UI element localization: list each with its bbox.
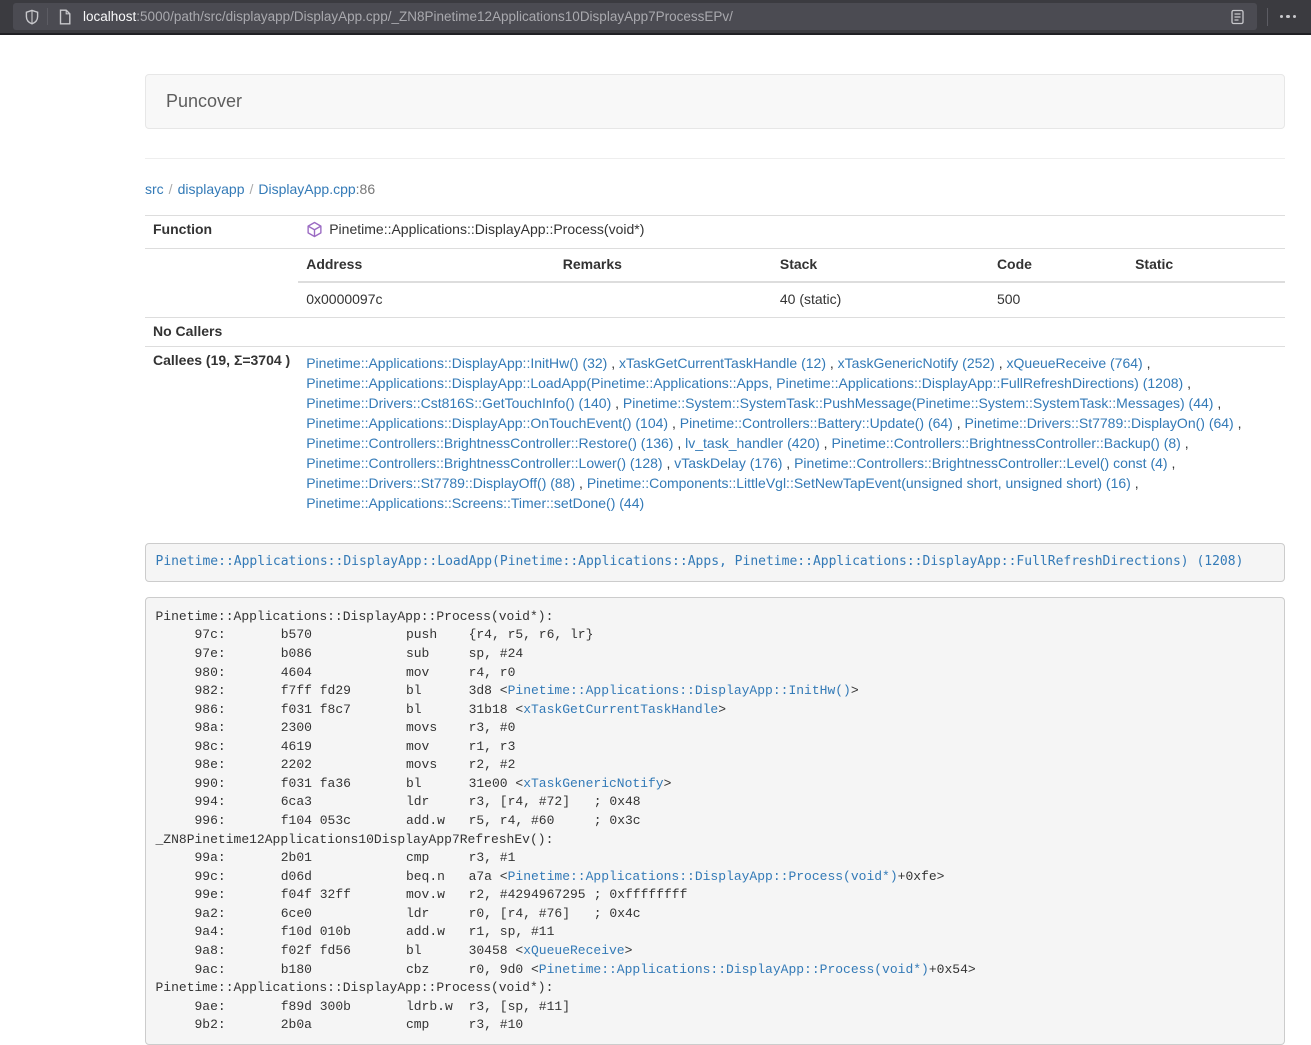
overflow-menu-icon[interactable] xyxy=(1278,15,1299,19)
function-name: Pinetime::Applications::DisplayApp::Proc… xyxy=(329,220,644,240)
browser-toolbar: localhost:5000/path/src/displayapp/Displ… xyxy=(0,0,1311,35)
url-path: :5000/path/src/displayapp/DisplayApp.cpp… xyxy=(136,9,733,24)
callee-link[interactable]: Pinetime::Drivers::St7789::DisplayOn() (… xyxy=(965,415,1234,431)
reader-mode-icon[interactable] xyxy=(1227,9,1249,25)
disassembly-code: Pinetime::Applications::DisplayApp::Proc… xyxy=(156,609,976,1032)
callee-link[interactable]: Pinetime::Controllers::BrightnessControl… xyxy=(794,455,1167,471)
breadcrumb-line-number: :86 xyxy=(356,181,375,197)
disassembly-block: Pinetime::Applications::DisplayApp::Proc… xyxy=(145,597,1285,1045)
column-header-stack: Stack xyxy=(772,249,989,282)
table-row: Address Remarks Stack Code Static 0x0000… xyxy=(145,248,1285,317)
app-navbar: Puncover xyxy=(145,74,1285,129)
page-icon[interactable] xyxy=(54,9,76,25)
callee-link[interactable]: Pinetime::Controllers::BrightnessControl… xyxy=(306,455,662,471)
table-row: No Callers xyxy=(145,317,1285,346)
symbol-type-icon xyxy=(306,221,323,244)
callee-link[interactable]: Pinetime::Drivers::St7789::DisplayOff() … xyxy=(306,475,575,491)
address-value: 0x0000097c xyxy=(298,282,555,317)
breadcrumb: src/displayapp/DisplayApp.cpp:86 xyxy=(145,159,1285,215)
address-bar[interactable]: localhost:5000/path/src/displayapp/Displ… xyxy=(13,3,1257,30)
function-stats-table: Address Remarks Stack Code Static 0x0000… xyxy=(298,249,1285,317)
callee-link[interactable]: Pinetime::Components::LittleVgl::SetNewT… xyxy=(587,475,1131,491)
table-row: 0x0000097c 40 (static) 500 xyxy=(298,282,1285,317)
callee-link[interactable]: Pinetime::Applications::Screens::Timer::… xyxy=(306,495,644,511)
breadcrumb-link-file[interactable]: DisplayApp.cpp xyxy=(258,181,355,197)
disassembly-symbol-link[interactable]: Pinetime::Applications::DisplayApp::Init… xyxy=(508,683,851,698)
symbol-table: Function Pinetime::Applications::Display… xyxy=(145,215,1285,521)
breadcrumb-link-src[interactable]: src xyxy=(145,181,164,197)
callee-link[interactable]: vTaskDelay (176) xyxy=(674,455,782,471)
callee-link[interactable]: xTaskGetCurrentTaskHandle (12) xyxy=(619,355,826,371)
addressbar-divider xyxy=(47,8,48,25)
breadcrumb-separator: / xyxy=(164,181,178,197)
callee-link[interactable]: Pinetime::Controllers::BrightnessControl… xyxy=(306,435,673,451)
callee-link[interactable]: xQueueReceive (764) xyxy=(1007,355,1143,371)
callee-link[interactable]: Pinetime::Controllers::BrightnessControl… xyxy=(831,435,1180,451)
column-header-static: Static xyxy=(1127,249,1285,282)
callees-label: Callees (19, Σ=3704 ) xyxy=(145,346,298,520)
callees-list: Pinetime::Applications::DisplayApp::Init… xyxy=(298,346,1285,520)
highlighted-callee-block: Pinetime::Applications::DisplayApp::Load… xyxy=(145,543,1285,583)
page-container: Puncover src/displayapp/DisplayApp.cpp:8… xyxy=(145,74,1285,1045)
highlighted-callee-link[interactable]: Pinetime::Applications::DisplayApp::Load… xyxy=(156,554,1244,569)
table-row: Function Pinetime::Applications::Display… xyxy=(145,215,1285,248)
callee-link[interactable]: Pinetime::Applications::DisplayApp::OnTo… xyxy=(306,415,668,431)
no-callers-label: No Callers xyxy=(145,317,298,346)
disassembly-symbol-link[interactable]: xTaskGenericNotify xyxy=(523,776,663,791)
url-text[interactable]: localhost:5000/path/src/displayapp/Displ… xyxy=(83,7,1227,26)
column-header-remarks: Remarks xyxy=(555,249,772,282)
code-value: 500 xyxy=(989,282,1127,317)
table-header-row: Address Remarks Stack Code Static xyxy=(298,249,1285,282)
url-domain: localhost xyxy=(83,9,136,24)
toolbar-divider xyxy=(1267,8,1268,26)
disassembly-symbol-link[interactable]: Pinetime::Applications::DisplayApp::Proc… xyxy=(539,962,929,977)
static-value xyxy=(1127,282,1285,317)
disassembly-symbol-link[interactable]: xQueueReceive xyxy=(523,943,624,958)
disassembly-symbol-link[interactable]: Pinetime::Applications::DisplayApp::Proc… xyxy=(508,869,898,884)
app-brand[interactable]: Puncover xyxy=(146,89,262,115)
callee-link[interactable]: Pinetime::Applications::DisplayApp::Init… xyxy=(306,355,607,371)
column-header-address: Address xyxy=(298,249,555,282)
callee-link[interactable]: lv_task_handler (420) xyxy=(685,435,820,451)
shield-icon[interactable] xyxy=(21,9,43,25)
function-label: Function xyxy=(145,215,298,248)
remarks-value xyxy=(555,282,772,317)
callee-link[interactable]: Pinetime::Controllers::Battery::Update()… xyxy=(680,415,953,431)
breadcrumb-link-displayapp[interactable]: displayapp xyxy=(178,181,245,197)
callee-link[interactable]: Pinetime::Drivers::Cst816S::GetTouchInfo… xyxy=(306,395,611,411)
table-row: Callees (19, Σ=3704 ) Pinetime::Applicat… xyxy=(145,346,1285,520)
stack-value: 40 (static) xyxy=(772,282,989,317)
disassembly-symbol-link[interactable]: xTaskGetCurrentTaskHandle xyxy=(523,702,718,717)
column-header-code: Code xyxy=(989,249,1127,282)
callee-link[interactable]: xTaskGenericNotify (252) xyxy=(838,355,995,371)
callee-link[interactable]: Pinetime::System::SystemTask::PushMessag… xyxy=(623,395,1214,411)
callee-link[interactable]: Pinetime::Applications::DisplayApp::Load… xyxy=(306,375,1183,391)
breadcrumb-separator: / xyxy=(245,181,259,197)
